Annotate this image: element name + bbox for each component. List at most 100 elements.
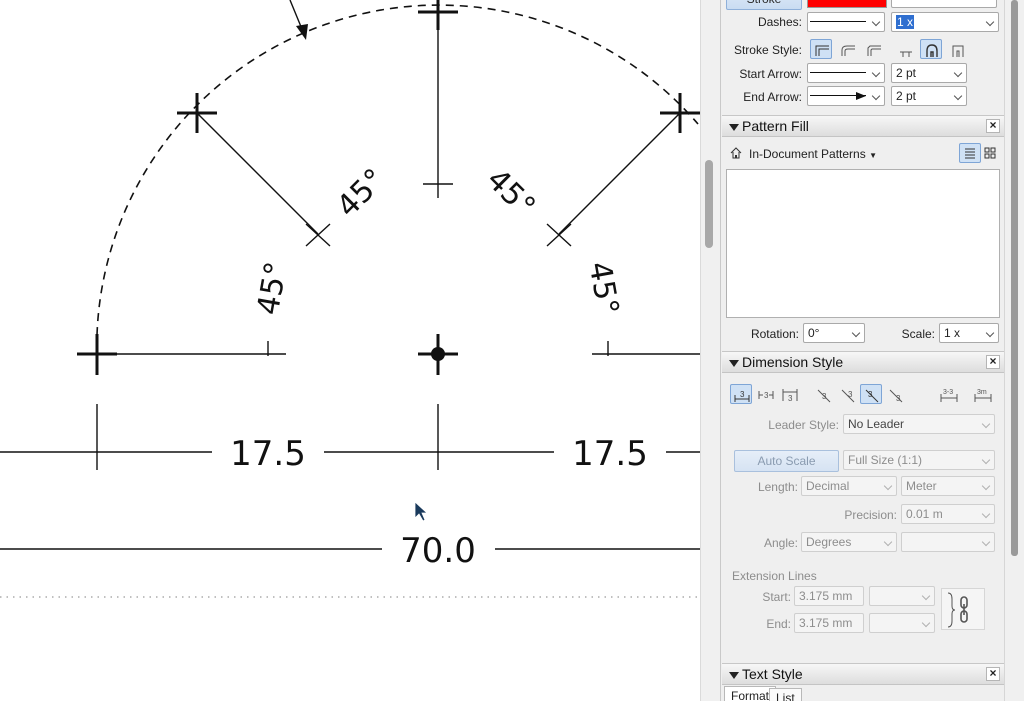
home-icon[interactable] xyxy=(729,146,743,160)
list-view-icon xyxy=(965,148,975,159)
cap-square-icon xyxy=(867,45,881,56)
angle-label-left: 45° xyxy=(251,259,295,317)
ext-start-unit-select[interactable] xyxy=(869,586,935,606)
dim-label-right[interactable]: 17.5 xyxy=(572,434,648,474)
center-point xyxy=(431,347,445,361)
angle-unit-select[interactable] xyxy=(901,532,995,552)
svg-text:3: 3 xyxy=(896,394,901,403)
scale-select[interactable]: 1 x xyxy=(939,323,999,343)
grid-view-icon xyxy=(984,147,996,159)
stroke-style-butt-button[interactable] xyxy=(810,39,832,59)
stroke-style-square-button[interactable] xyxy=(862,39,884,59)
close-icon[interactable]: × xyxy=(986,667,1000,681)
dim-text-above-button[interactable]: 3 xyxy=(730,384,752,404)
join-bevel-icon xyxy=(952,45,964,57)
ext-start-label: Start: xyxy=(762,590,791,604)
length-unit-value: Meter xyxy=(906,479,937,493)
stroke-width-field[interactable] xyxy=(891,0,997,8)
length-unit-select[interactable]: Meter xyxy=(901,476,995,496)
dash-scale-select[interactable]: 1 x xyxy=(891,12,999,32)
dimension-style-title: Dimension Style xyxy=(742,354,844,370)
panel-scrollbar-thumb[interactable] xyxy=(1011,0,1018,556)
pattern-fill-header[interactable]: Pattern Fill × xyxy=(722,115,1004,137)
stroke-style-round-button[interactable] xyxy=(836,39,858,59)
dim-text-inline-button[interactable]: 3 xyxy=(754,384,776,404)
dim-units-label-button[interactable]: 3m xyxy=(970,384,992,404)
dim-label-overall[interactable]: 70.0 xyxy=(400,531,476,571)
stroke-button[interactable]: Stroke xyxy=(726,0,802,10)
join-miter-icon xyxy=(900,51,912,57)
rotation-select[interactable]: 0° xyxy=(803,323,865,343)
dim-rotate-icon: 3 xyxy=(865,389,879,403)
close-icon[interactable]: × xyxy=(986,355,1000,369)
svg-text:3: 3 xyxy=(868,390,873,399)
list-view-button[interactable] xyxy=(959,143,981,163)
dim-text-above-icon: 3 xyxy=(734,390,750,402)
ext-end-field[interactable]: 3.175 mm xyxy=(794,613,864,633)
dim-rotate-d-button[interactable]: 3 xyxy=(884,384,906,404)
leader-style-value: No Leader xyxy=(848,417,905,431)
end-arrow-label: End Arrow: xyxy=(743,90,802,104)
stroke-style-label: Stroke Style: xyxy=(733,43,802,57)
angle-label-upper-left: 45° xyxy=(330,162,392,224)
text-style-title: Text Style xyxy=(742,666,803,682)
dim-text-inline-icon: 3 xyxy=(758,391,774,400)
end-arrow-select[interactable] xyxy=(807,86,885,106)
arrowhead-icon xyxy=(856,92,866,100)
dim-scale-select[interactable]: Full Size (1:1) xyxy=(843,450,995,470)
collapse-triangle-icon[interactable] xyxy=(729,672,739,679)
ext-end-unit-select[interactable] xyxy=(869,613,935,633)
pattern-list[interactable] xyxy=(726,169,1000,318)
panel-scrollbar[interactable] xyxy=(1004,0,1024,701)
dashes-select[interactable] xyxy=(807,12,885,32)
dim-label-left[interactable]: 17.5 xyxy=(230,434,306,474)
scale-label: Scale: xyxy=(901,327,935,341)
start-arrow-size-value: 2 pt xyxy=(896,66,917,80)
join-miter-button[interactable] xyxy=(894,39,916,59)
start-arrow-size-select[interactable]: 2 pt xyxy=(891,63,967,83)
dimension-style-header[interactable]: Dimension Style × xyxy=(722,351,1004,373)
dim-units-label-icon: 3m xyxy=(974,389,992,402)
grid-view-button[interactable] xyxy=(979,143,1001,163)
precision-select[interactable]: 0.01 m xyxy=(901,504,995,524)
dim-rotate-icon: 3 xyxy=(841,389,855,403)
collapse-triangle-icon[interactable] xyxy=(729,360,739,367)
dashes-label: Dashes: xyxy=(757,15,802,29)
svg-text:3: 3 xyxy=(822,392,827,401)
start-arrow-label: Start Arrow: xyxy=(739,67,802,81)
auto-scale-button[interactable]: Auto Scale xyxy=(734,450,839,472)
scale-value: 1 x xyxy=(944,326,961,340)
leader-style-select[interactable]: No Leader xyxy=(843,414,995,434)
close-icon[interactable]: × xyxy=(986,119,1000,133)
pattern-source-menu[interactable]: In-Document Patterns ▼ xyxy=(749,147,877,161)
leader-arrow xyxy=(296,24,308,40)
precision-value: 0.01 m xyxy=(906,507,943,521)
collapse-triangle-icon[interactable] xyxy=(729,124,739,131)
chain-link-icon xyxy=(947,592,968,628)
dim-rotate-c-button[interactable]: 3 xyxy=(860,384,882,404)
link-values-button[interactable] xyxy=(941,588,985,630)
ext-start-field[interactable]: 3.175 mm xyxy=(794,586,864,606)
dim-rotate-b-button[interactable]: 3 xyxy=(836,384,858,404)
cap-butt-icon xyxy=(815,45,829,56)
leader-style-label: Leader Style: xyxy=(768,418,839,432)
canvas-scrollbar-thumb[interactable] xyxy=(705,160,713,248)
dim-rotate-a-button[interactable]: 3 xyxy=(812,384,834,404)
join-round-button[interactable] xyxy=(920,39,942,59)
tab-list[interactable]: List xyxy=(769,688,802,701)
drawing-svg: 45° 45° 45° 45° 17.5 17.5 70.0 xyxy=(0,0,700,598)
angle-format-select[interactable]: Degrees xyxy=(801,532,897,552)
text-style-header[interactable]: Text Style × xyxy=(722,663,1004,685)
dim-text-below-button[interactable]: 3 xyxy=(778,384,800,404)
join-bevel-button[interactable] xyxy=(946,39,968,59)
stroke-color-well[interactable] xyxy=(807,0,887,8)
drawing-canvas[interactable]: 45° 45° 45° 45° 17.5 17.5 70.0 xyxy=(0,0,700,701)
length-format-select[interactable]: Decimal xyxy=(801,476,897,496)
start-arrow-select[interactable] xyxy=(807,63,885,83)
end-arrow-size-select[interactable]: 2 pt xyxy=(891,86,967,106)
dim-units-button[interactable]: 3-3 xyxy=(936,384,958,404)
canvas-scrollbar[interactable] xyxy=(700,0,720,701)
cap-round-icon xyxy=(841,45,855,56)
svg-text:3: 3 xyxy=(848,390,853,399)
svg-text:3m: 3m xyxy=(977,389,987,396)
